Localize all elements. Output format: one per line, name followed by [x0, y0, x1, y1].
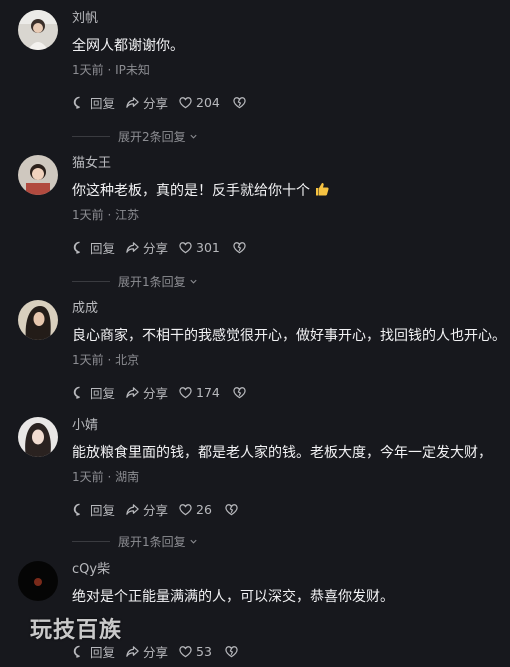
like-count: 53: [196, 643, 212, 659]
share-icon: [126, 241, 139, 253]
share-icon: [126, 386, 139, 398]
comment-meta: 1天前 · IP未知: [72, 63, 150, 77]
reply-label: 回复: [90, 385, 116, 401]
share-icon: [126, 96, 139, 108]
comment-text: 能放粮食里面的钱，都是老人家的钱。老板大度，今年一定发大财，: [72, 445, 492, 461]
avatar[interactable]: [18, 300, 58, 340]
username[interactable]: cQy柴: [72, 561, 110, 579]
reply-label: 回复: [90, 240, 116, 256]
share-button[interactable]: 分享: [125, 238, 168, 257]
reply-label: 回复: [90, 644, 116, 660]
watermark: 玩技百族: [30, 618, 123, 643]
share-label: 分享: [143, 95, 169, 111]
expand-label: 展开1条回复: [118, 534, 186, 549]
like-button[interactable]: 301: [178, 240, 220, 255]
divider: [72, 280, 110, 282]
share-button[interactable]: 分享: [125, 383, 168, 402]
username[interactable]: 刘帆: [72, 10, 98, 28]
comment-text-body: 你这种老板，真的是！反手就给你十个: [72, 183, 310, 199]
broken-heart-icon: [233, 96, 246, 108]
comment-text: 你这种老板，真的是！反手就给你十个: [72, 181, 330, 201]
like-count: 204: [196, 94, 220, 110]
like-count: 301: [196, 239, 220, 255]
broken-heart-icon: [233, 386, 246, 398]
like-count: 26: [196, 501, 212, 517]
reply-button[interactable]: 回复: [72, 500, 115, 519]
broken-heart-icon: [233, 241, 246, 253]
reply-icon: [73, 503, 80, 516]
expand-label: 展开1条回复: [118, 274, 186, 289]
expand-replies[interactable]: 展开1条回复: [72, 533, 372, 549]
comment-actions: 回复 分享 204: [72, 92, 260, 112]
comment-text: 良心商家，不相干的我感觉很开心，做好事开心，找回钱的人也开心。: [72, 328, 506, 344]
comment-meta: 1天前 · 江苏: [72, 208, 140, 222]
broken-heart-icon: [225, 645, 238, 657]
reply-icon: [73, 241, 80, 254]
reply-icon: [73, 386, 80, 399]
expand-label: 展开2条回复: [118, 129, 186, 144]
reply-button[interactable]: 回复: [72, 383, 115, 402]
chevron-down-icon: [190, 279, 197, 284]
avatar[interactable]: [18, 155, 58, 195]
username[interactable]: 猫女王: [72, 155, 111, 173]
heart-icon: [179, 645, 192, 657]
broken-heart-icon: [225, 503, 238, 515]
comment-meta: 1天前 · 湖南: [72, 470, 140, 484]
avatar[interactable]: [18, 10, 58, 50]
like-button[interactable]: 174: [178, 385, 220, 400]
share-button[interactable]: 分享: [125, 93, 168, 112]
share-label: 分享: [143, 502, 169, 518]
username[interactable]: 成成: [72, 300, 98, 318]
comment-actions: 回复 分享 301: [72, 237, 260, 257]
username[interactable]: 小婧: [72, 417, 98, 435]
expand-replies[interactable]: 展开1条回复: [72, 273, 372, 289]
share-button[interactable]: 分享: [125, 500, 168, 519]
like-button[interactable]: 26: [178, 502, 212, 517]
reply-icon: [73, 96, 80, 109]
comment-actions: 回复 分享 174: [72, 382, 260, 402]
comment-text: 绝对是个正能量满满的人，可以深交，恭喜你发财。: [72, 589, 394, 605]
dislike-button[interactable]: [224, 502, 242, 517]
dislike-button[interactable]: [232, 95, 250, 110]
share-label: 分享: [143, 240, 169, 256]
reply-button[interactable]: 回复: [72, 93, 115, 112]
like-count: 174: [196, 384, 220, 400]
divider: [72, 135, 110, 137]
expand-replies[interactable]: 展开2条回复: [72, 128, 372, 144]
share-label: 分享: [143, 644, 169, 660]
chevron-down-icon: [190, 539, 197, 544]
reply-button[interactable]: 回复: [72, 238, 115, 257]
reply-icon: [73, 645, 80, 658]
chevron-down-icon: [190, 134, 197, 139]
thumbs-up-emoji: [316, 183, 330, 196]
heart-icon: [179, 503, 192, 515]
comment-meta: 1天前 · 北京: [72, 353, 140, 367]
share-button[interactable]: 分享: [125, 642, 168, 661]
reply-label: 回复: [90, 95, 116, 111]
comment-actions: 回复 分享 53: [72, 641, 252, 661]
comment-text: 全网人都谢谢你。: [72, 38, 184, 54]
like-button[interactable]: 53: [178, 644, 212, 659]
dislike-button[interactable]: [232, 385, 250, 400]
divider: [72, 540, 110, 542]
reply-label: 回复: [90, 502, 116, 518]
avatar[interactable]: [18, 561, 58, 601]
dislike-button[interactable]: [232, 240, 250, 255]
avatar[interactable]: [18, 417, 58, 457]
heart-icon: [179, 386, 192, 398]
comment-actions: 回复 分享 26: [72, 499, 252, 519]
heart-icon: [179, 96, 192, 108]
share-icon: [126, 503, 139, 515]
heart-icon: [179, 241, 192, 253]
like-button[interactable]: 204: [178, 95, 220, 110]
share-icon: [126, 645, 139, 657]
dislike-button[interactable]: [224, 644, 242, 659]
share-label: 分享: [143, 385, 169, 401]
reply-button[interactable]: 回复: [72, 642, 115, 661]
